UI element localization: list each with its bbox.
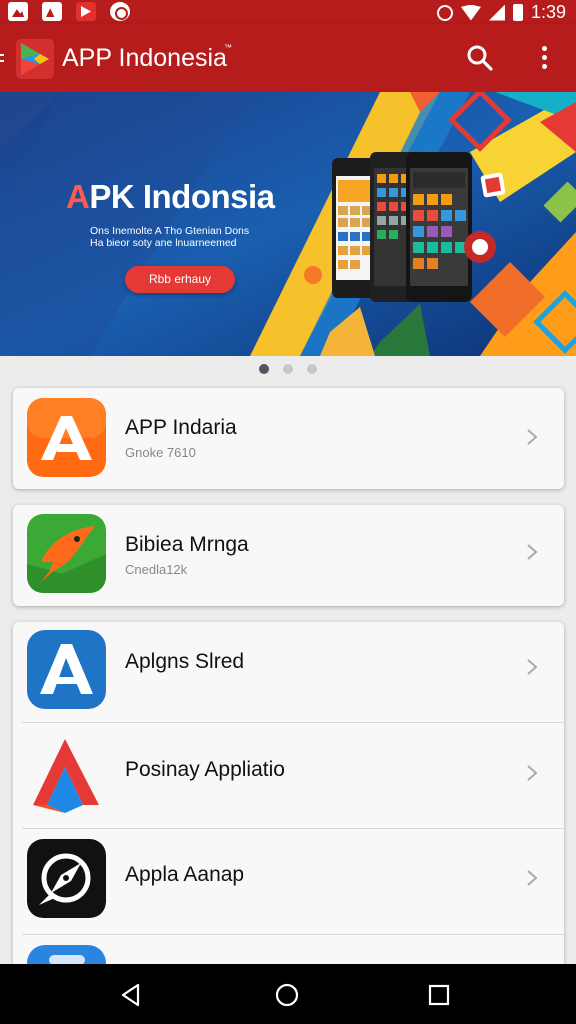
recents-icon[interactable] <box>426 982 452 1008</box>
overflow-menu-icon[interactable] <box>536 44 554 72</box>
system-icons: 1:39 <box>436 2 566 23</box>
banner-subtitle: Ons Inemolte A Tho Gtenian Dons Ha bieor… <box>90 225 250 249</box>
app-name: APP Indaria <box>125 416 237 439</box>
chevron-right-icon <box>527 544 538 560</box>
app-card[interactable]: APP Indaria Gnoke 7610 <box>13 388 564 489</box>
app-list-card: Aplgns Slred Posinay Appliatio Appla Aan… <box>13 622 564 964</box>
app-notification-icon <box>110 2 130 21</box>
chevron-right-icon <box>527 659 538 675</box>
app-card[interactable]: Bibiea Mrnga Cnedla12k <box>13 505 564 606</box>
app-bar: APP Indonesia ™ <box>0 24 576 92</box>
trademark-symbol: ™ <box>224 43 232 52</box>
compass-logo-icon <box>27 839 106 918</box>
wifi-icon <box>460 4 481 21</box>
back-icon[interactable] <box>118 982 144 1008</box>
app-name: Posinay Appliatio <box>125 758 285 781</box>
list-item[interactable]: Appla Aanap <box>13 829 564 934</box>
carousel-dot[interactable] <box>283 364 293 374</box>
gallery-notification-icon <box>8 2 28 21</box>
search-icon[interactable] <box>466 44 494 72</box>
list-item[interactable]: Aplgns Slred <box>13 622 564 723</box>
list-item[interactable]: APP Indaria Gnoke 7610 <box>13 388 564 489</box>
menu-drawer-icon[interactable] <box>0 54 4 62</box>
system-navigation-bar <box>0 964 576 1024</box>
green-bird-logo-icon <box>27 514 106 593</box>
carousel-dot[interactable] <box>307 364 317 374</box>
banner-cta-button[interactable]: Rbb erhauy <box>125 266 235 293</box>
photo-notification-icon <box>42 2 62 21</box>
carousel-dot-active[interactable] <box>259 364 269 374</box>
banner-title: APK Indonsia <box>66 178 275 215</box>
alarm-icon <box>436 4 453 21</box>
list-item[interactable]: Posinay Appliatio <box>13 723 564 828</box>
play-store-logo-icon <box>16 39 54 79</box>
red-blue-a-logo-icon <box>27 735 106 814</box>
blue-a-logo-icon <box>27 630 106 709</box>
home-icon[interactable] <box>274 982 300 1008</box>
app-name: Aplgns Slred <box>125 650 245 673</box>
status-time: 1:39 <box>530 2 566 22</box>
blue-app-logo-icon <box>27 945 106 964</box>
app-title: APP Indonesia <box>62 44 227 72</box>
carousel-indicator <box>0 364 576 376</box>
chevron-right-icon <box>527 870 538 886</box>
status-bar: 1:39 <box>0 0 576 24</box>
list-item[interactable]: Bibiea Mrnga Cnedla12k <box>13 505 564 606</box>
banner-background <box>0 92 576 356</box>
signal-icon <box>488 4 505 21</box>
orange-a-logo-icon <box>27 398 106 477</box>
app-name: Appla Aanap <box>125 863 245 886</box>
chevron-right-icon <box>527 765 538 781</box>
battery-icon <box>512 4 523 21</box>
app-meta: Cnedla12k <box>125 562 188 577</box>
notification-icons <box>8 2 130 21</box>
promo-banner[interactable]: APK Indonsia Ons Inemolte A Tho Gtenian … <box>0 92 576 356</box>
play-notification-icon <box>76 2 96 21</box>
list-item[interactable] <box>13 935 564 964</box>
app-meta: Gnoke 7610 <box>125 445 196 460</box>
app-name: Bibiea Mrnga <box>125 533 249 556</box>
chevron-right-icon <box>527 429 538 445</box>
